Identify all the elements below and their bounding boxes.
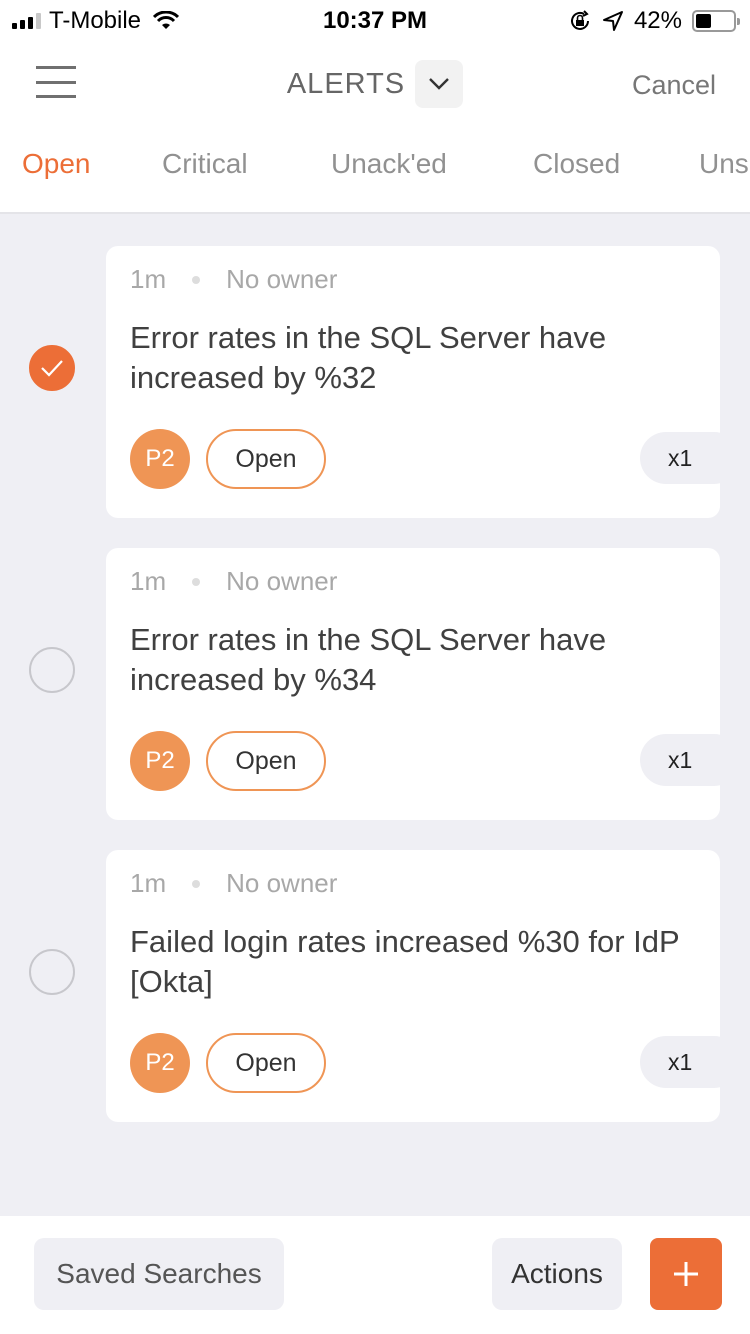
actions-button[interactable]: Actions [492,1238,622,1310]
alert-select-checkbox[interactable] [29,949,75,995]
tab-critical[interactable]: Critical [162,148,248,180]
plus-icon [674,1262,698,1286]
tab-unassigned[interactable]: Uns [699,148,749,180]
alert-owner: No owner [226,868,338,898]
alert-owner: No owner [226,264,338,294]
status-badge: Open [206,429,326,489]
alert-title: Error rates in the SQL Server have incre… [130,622,607,697]
bottom-toolbar: Saved Searches Actions [0,1216,750,1334]
priority-badge: P2 [130,429,190,489]
location-icon [602,11,623,31]
tab-closed[interactable]: Closed [533,148,620,180]
status-badge: Open [206,1033,326,1093]
chevron-down-icon [429,78,449,90]
count-badge: x1 [640,1036,720,1088]
add-alert-button[interactable] [650,1238,722,1310]
count-badge: x1 [640,734,720,786]
alert-age: 1m [130,264,167,294]
alert-row: 1m No owner Error rates in the SQL Serve… [0,548,750,820]
alert-title: Failed login rates increased %30 for IdP… [130,924,680,999]
alert-age: 1m [130,566,167,596]
battery-percent: 42% [633,7,682,34]
alert-owner: No owner [226,566,338,596]
rotation-lock-icon [570,10,589,30]
header: ALERTS Cancel [0,42,750,130]
priority-badge: P2 [130,1033,190,1093]
tab-unacked[interactable]: Unack'ed [331,148,447,180]
count-badge: x1 [640,432,720,484]
separator-dot [192,275,201,284]
alert-card[interactable]: 1m No owner Error rates in the SQL Serve… [106,548,720,820]
alert-select-checkbox[interactable] [29,647,75,693]
separator-dot [192,577,201,586]
separator-dot [192,879,201,888]
filter-tabs: Open Critical Unack'ed Closed Uns [0,130,750,214]
page-title: ALERTS [286,67,406,100]
alert-row: 1m No owner Error rates in the SQL Serve… [0,246,750,518]
title-dropdown-button[interactable] [415,60,464,108]
status-bar: T-Mobile 10:37 PM 42% [0,0,750,42]
alert-card[interactable]: 1m No owner Error rates in the SQL Serve… [106,246,720,518]
saved-searches-button[interactable]: Saved Searches [34,1238,284,1310]
alert-age: 1m [130,868,167,898]
cancel-button[interactable]: Cancel [632,70,716,101]
checkmark-icon [41,360,63,377]
battery-icon [692,10,740,32]
alert-card[interactable]: 1m No owner Failed login rates increased… [106,850,720,1122]
alert-select-checkbox[interactable] [29,345,75,391]
status-badge: Open [206,731,326,791]
alert-row: 1m No owner Failed login rates increased… [0,850,750,1122]
tab-open[interactable]: Open [22,148,91,180]
alert-title: Error rates in the SQL Server have incre… [130,320,607,395]
priority-badge: P2 [130,731,190,791]
